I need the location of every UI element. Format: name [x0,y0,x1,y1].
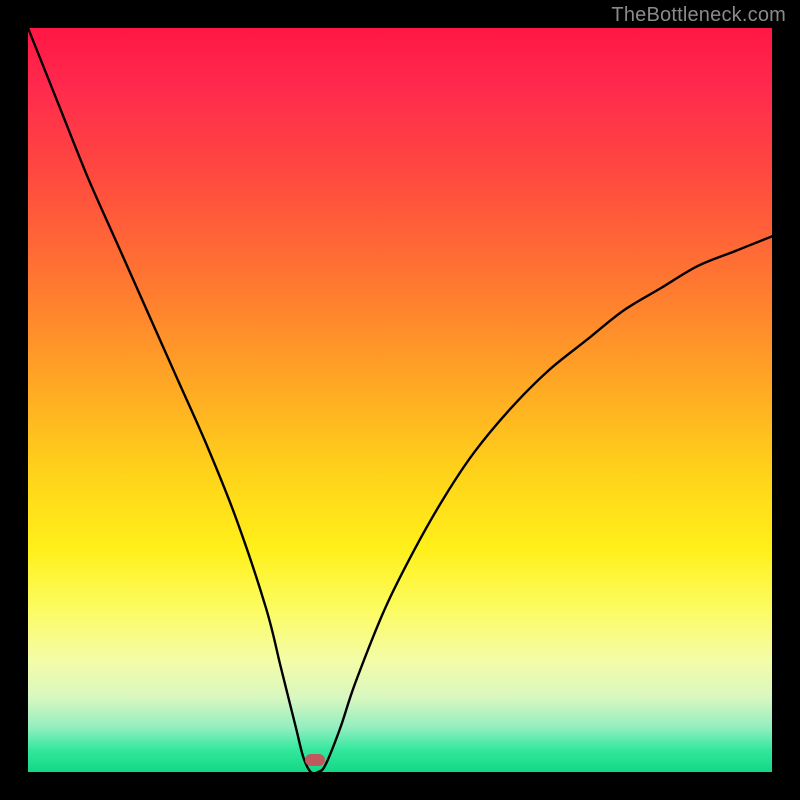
bottleneck-curve [28,28,772,772]
optimal-marker [305,754,325,766]
watermark-text: TheBottleneck.com [611,4,786,27]
plot-area [28,28,772,772]
chart-frame: TheBottleneck.com [0,0,800,800]
